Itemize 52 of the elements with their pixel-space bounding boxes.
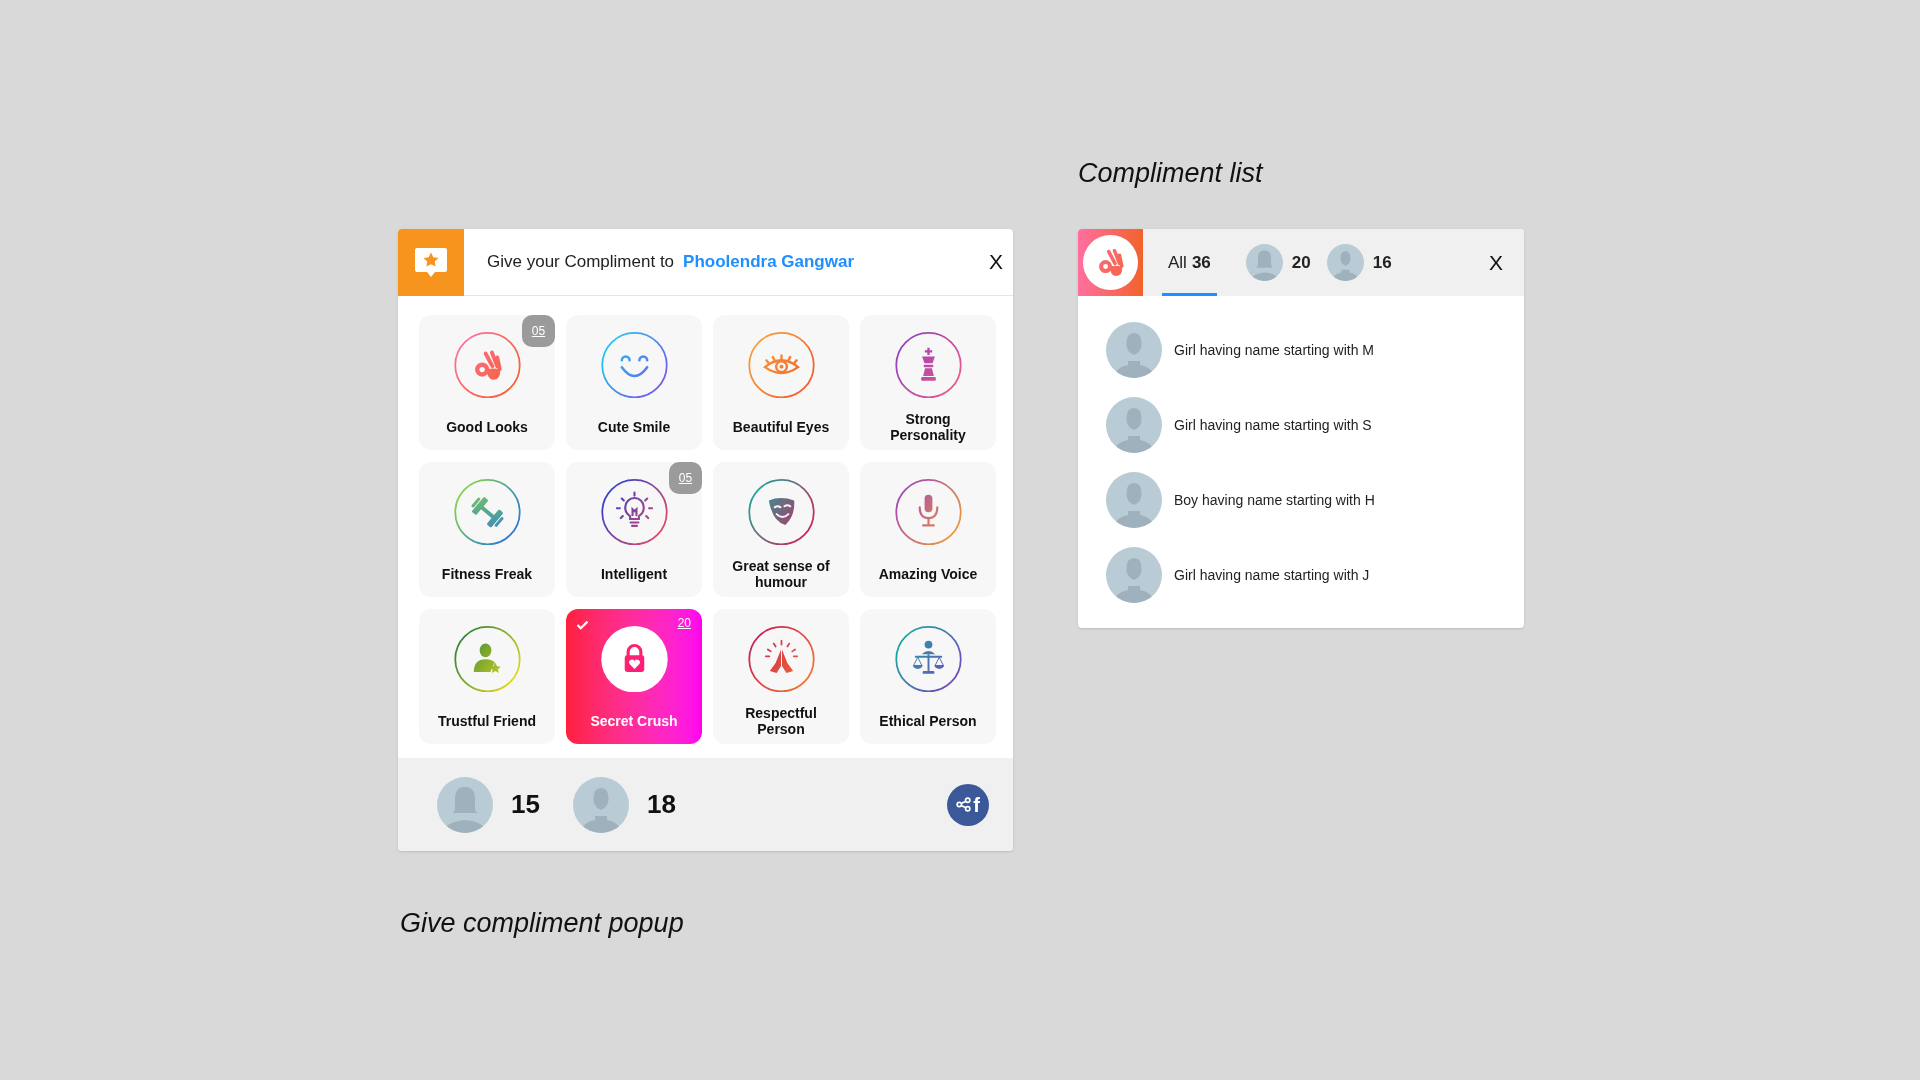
share-icon bbox=[956, 797, 972, 812]
filter-tab[interactable]: 16 bbox=[1320, 229, 1398, 296]
count-badge: 05 bbox=[522, 315, 555, 347]
compliment-card[interactable]: Beautiful Eyes bbox=[713, 315, 849, 450]
eye-icon bbox=[747, 332, 815, 399]
heart-lock-icon bbox=[600, 626, 668, 693]
compliment-card[interactable]: Trustful Friend bbox=[419, 609, 555, 744]
compliment-card[interactable]: Respectful Person bbox=[713, 609, 849, 744]
filter-tab[interactable]: All 36 bbox=[1162, 229, 1217, 296]
person-silhouette-icon bbox=[1106, 547, 1162, 603]
checkmark-icon bbox=[576, 620, 589, 630]
man-silhouette-icon bbox=[1326, 244, 1364, 281]
compliment-card[interactable]: Great sense of humour bbox=[713, 462, 849, 597]
close-button[interactable]: X bbox=[1479, 245, 1513, 280]
share-button[interactable]: f bbox=[947, 783, 989, 826]
microphone-icon bbox=[894, 479, 962, 546]
woman-silhouette-icon bbox=[1245, 244, 1283, 281]
smiley-face-icon bbox=[600, 332, 668, 399]
compliment-count: 20 bbox=[677, 615, 691, 631]
list-item-text: Boy having name starting with H bbox=[1174, 490, 1375, 510]
light-bulb-icon bbox=[600, 479, 668, 546]
compliment-card[interactable]: Intelligent 05 bbox=[566, 462, 702, 597]
recipient-name: Phoolendra Gangwar bbox=[683, 251, 855, 274]
woman-silhouette-icon bbox=[437, 776, 493, 833]
compliment-card[interactable]: Fitness Freak bbox=[419, 462, 555, 597]
compliment-card[interactable]: Good Looks 05 bbox=[419, 315, 555, 450]
header-prompt: Give your Compliment to bbox=[487, 251, 675, 274]
compliment-card[interactable]: Cute Smile bbox=[566, 315, 702, 450]
count-value: 15 bbox=[511, 788, 540, 821]
person-silhouette-icon bbox=[1106, 322, 1162, 378]
caption: Compliment list bbox=[1078, 157, 1265, 189]
list-item-text: Girl having name starting with S bbox=[1174, 415, 1372, 435]
count-value: 18 bbox=[646, 788, 676, 821]
list-item-text: Girl having name starting with M bbox=[1174, 340, 1374, 360]
compliment-card[interactable]: Secret Crush 20 bbox=[566, 609, 702, 744]
person-silhouette-icon bbox=[1106, 397, 1162, 453]
theater-mask-icon bbox=[747, 479, 815, 546]
person-scales-icon bbox=[894, 626, 962, 693]
chess-king-icon bbox=[894, 332, 962, 399]
compliment-card[interactable]: Amazing Voice bbox=[860, 462, 996, 597]
filter-tab[interactable]: 20 bbox=[1239, 229, 1317, 296]
dumbbell-icon bbox=[453, 479, 521, 546]
close-button[interactable]: X bbox=[979, 245, 1013, 279]
caption: Give compliment popup bbox=[399, 907, 685, 939]
praying-hands-icon bbox=[747, 626, 815, 693]
person-silhouette-icon bbox=[1106, 472, 1162, 528]
ok-hand-icon bbox=[453, 332, 521, 399]
list-item-text: Girl having name starting with J bbox=[1174, 565, 1370, 585]
count-badge: 05 bbox=[669, 462, 702, 494]
man-silhouette-icon bbox=[572, 776, 629, 833]
compliment-card[interactable]: Ethical Person bbox=[860, 609, 996, 744]
compliment-card[interactable]: Strong Personality bbox=[860, 315, 996, 450]
